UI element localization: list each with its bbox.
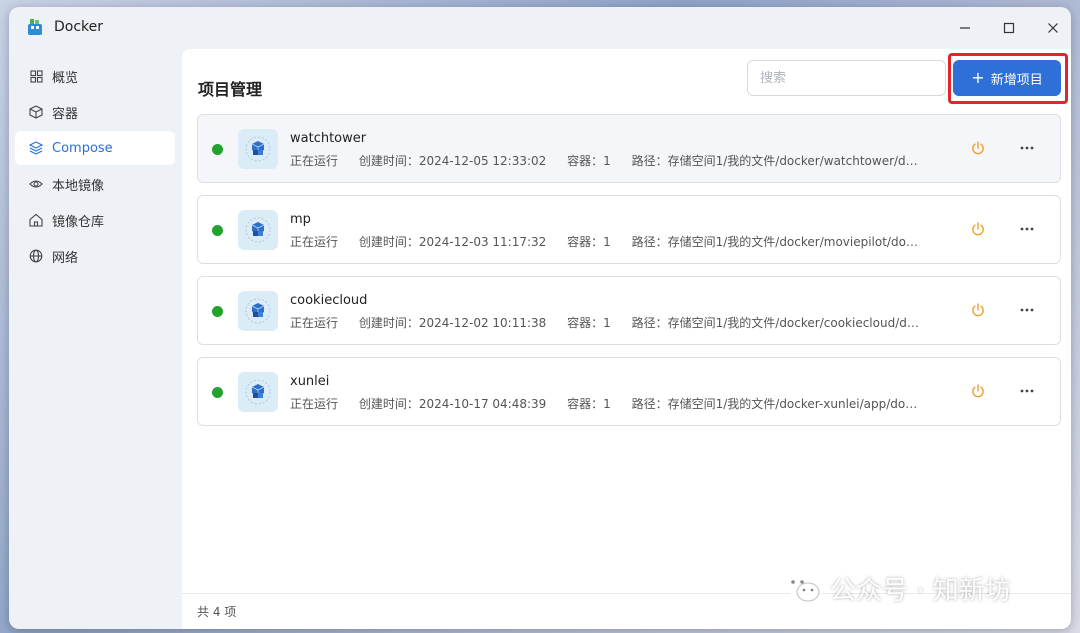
- add-project-label: 新增项目: [990, 72, 1043, 88]
- close-button[interactable]: [1038, 15, 1068, 41]
- project-created: 创建时间：2024-12-03 11:17:32: [358, 235, 547, 249]
- search-input[interactable]: [747, 60, 946, 96]
- project-status: 正在运行: [290, 316, 339, 330]
- compose-project-icon: [238, 372, 278, 412]
- compose-project-icon: [238, 291, 278, 331]
- maximize-icon: [1003, 22, 1015, 34]
- sidebar-item-containers[interactable]: 容器: [15, 95, 175, 129]
- docker-window: Docker 概览 容器 Compose 本地镜像 镜像仓库 网络 项目管理 搜…: [9, 7, 1071, 629]
- project-path: 路径：存储空间1/我的文件/docker/cookiecloud/docker-…: [631, 316, 920, 330]
- minimize-icon: [960, 27, 970, 29]
- project-created: 创建时间：2024-10-17 04:48:39: [358, 397, 547, 411]
- project-meta: 正在运行 创建时间：2024-12-02 10:11:38 容器：1 路径：存储…: [290, 314, 937, 331]
- main-panel: 项目管理 + 新增项目 watchtower 正在运行 创建时间：2024-12…: [182, 49, 1071, 629]
- project-created: 创建时间：2024-12-05 12:33:02: [358, 154, 547, 168]
- sidebar-item-compose[interactable]: Compose: [15, 131, 175, 165]
- window-title: Docker: [54, 19, 104, 35]
- project-name: xunlei: [290, 374, 330, 389]
- power-button[interactable]: [970, 221, 988, 239]
- project-path: 路径：存储空间1/我的文件/docker/moviepilot/docker-c…: [631, 235, 920, 249]
- sidebar-item-label: 本地镜像: [52, 178, 105, 194]
- project-path: 路径：存储空间1/我的文件/docker/watchtower/docker-.…: [631, 154, 920, 168]
- home-icon: [29, 213, 43, 227]
- more-options-button[interactable]: [1016, 380, 1038, 402]
- maximize-button[interactable]: [994, 15, 1024, 41]
- sidebar-item-label: 网络: [52, 250, 79, 266]
- layers-icon: [29, 141, 43, 155]
- project-path: 路径：存储空间1/我的文件/docker-xunlei/app/docker-c…: [631, 397, 920, 411]
- page-title: 项目管理: [198, 80, 263, 99]
- power-button[interactable]: [970, 302, 988, 320]
- project-created: 创建时间：2024-12-02 10:11:38: [358, 316, 547, 330]
- power-icon: [972, 303, 984, 317]
- sidebar-item-registry[interactable]: 镜像仓库: [15, 203, 175, 237]
- more-icon: [1020, 146, 1034, 150]
- sidebar-item-local-images[interactable]: 本地镜像: [15, 167, 175, 201]
- project-name: watchtower: [290, 131, 367, 146]
- project-status: 正在运行: [290, 235, 339, 249]
- more-options-button[interactable]: [1016, 218, 1038, 240]
- minimize-button[interactable]: [950, 15, 980, 41]
- grid-icon: [29, 69, 43, 83]
- project-meta: 正在运行 创建时间：2024-12-03 11:17:32 容器：1 路径：存储…: [290, 233, 937, 250]
- add-project-button[interactable]: + 新增项目: [953, 60, 1061, 96]
- more-options-button[interactable]: [1016, 137, 1038, 159]
- project-meta: 正在运行 创建时间：2024-10-17 04:48:39 容器：1 路径：存储…: [290, 395, 937, 412]
- more-icon: [1020, 227, 1034, 231]
- sidebar-item-network[interactable]: 网络: [15, 239, 175, 273]
- more-options-button[interactable]: [1016, 299, 1038, 321]
- cube-icon: [29, 105, 43, 119]
- project-card[interactable]: watchtower 正在运行 创建时间：2024-12-05 12:33:02…: [197, 114, 1061, 183]
- power-icon: [972, 222, 984, 236]
- project-status: 正在运行: [290, 397, 339, 411]
- project-list: watchtower 正在运行 创建时间：2024-12-05 12:33:02…: [197, 114, 1061, 438]
- watermark-text: 公众号 · 知新坊: [830, 575, 1011, 606]
- power-button[interactable]: [970, 383, 988, 401]
- title-bar: Docker: [9, 7, 1071, 49]
- project-name: cookiecloud: [290, 293, 368, 308]
- sidebar-item-label: 容器: [52, 106, 79, 122]
- sidebar-item-overview[interactable]: 概览: [15, 59, 175, 93]
- compose-project-icon: [238, 129, 278, 169]
- docker-logo-icon: [28, 19, 42, 35]
- power-icon: [972, 141, 984, 155]
- eye-icon: [29, 177, 43, 191]
- sidebar: 概览 容器 Compose 本地镜像 镜像仓库 网络: [9, 57, 181, 275]
- sidebar-item-label: 镜像仓库: [52, 214, 105, 230]
- status-dot: [212, 225, 223, 236]
- sidebar-item-label: Compose: [52, 140, 113, 156]
- project-status: 正在运行: [290, 154, 339, 168]
- project-containers: 容器：1: [567, 154, 611, 168]
- project-card[interactable]: xunlei 正在运行 创建时间：2024-10-17 04:48:39 容器：…: [197, 357, 1061, 426]
- more-icon: [1020, 389, 1034, 393]
- plus-icon: +: [971, 68, 985, 87]
- status-dot: [212, 306, 223, 317]
- status-dot: [212, 144, 223, 155]
- project-containers: 容器：1: [567, 316, 611, 330]
- compose-project-icon: [238, 210, 278, 250]
- project-meta: 正在运行 创建时间：2024-12-05 12:33:02 容器：1 路径：存储…: [290, 152, 937, 169]
- wechat-icon: [785, 574, 820, 602]
- project-name: mp: [290, 212, 311, 227]
- watermark: 公众号 · 知新坊: [782, 568, 1011, 608]
- project-containers: 容器：1: [567, 235, 611, 249]
- power-button[interactable]: [970, 140, 988, 158]
- close-icon: [1048, 23, 1058, 33]
- project-containers: 容器：1: [567, 397, 611, 411]
- more-icon: [1020, 308, 1034, 312]
- sidebar-item-label: 概览: [52, 70, 79, 86]
- power-icon: [972, 384, 984, 398]
- project-card[interactable]: cookiecloud 正在运行 创建时间：2024-12-02 10:11:3…: [197, 276, 1061, 345]
- project-card[interactable]: mp 正在运行 创建时间：2024-12-03 11:17:32 容器：1 路径…: [197, 195, 1061, 264]
- globe-icon: [29, 249, 43, 263]
- status-dot: [212, 387, 223, 398]
